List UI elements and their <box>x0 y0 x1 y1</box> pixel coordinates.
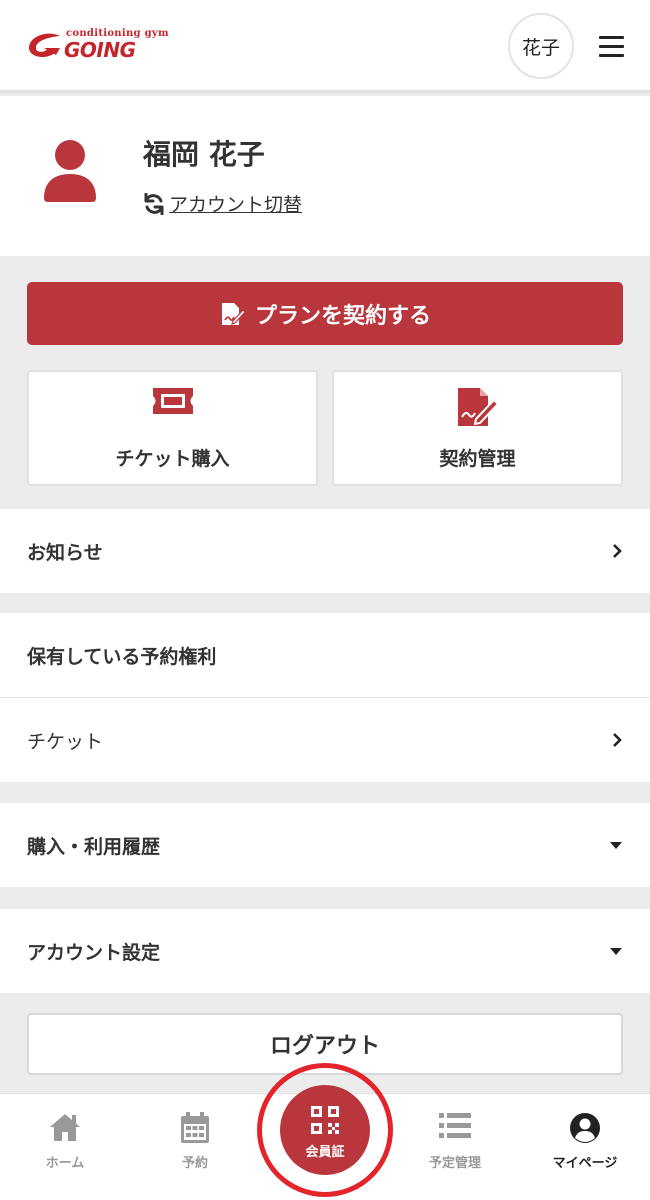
tickets-row[interactable]: チケット <box>0 698 650 782</box>
user-circle-icon <box>570 1113 600 1143</box>
list-icon <box>439 1113 471 1138</box>
contract-sign-icon <box>221 302 245 325</box>
calendar-icon <box>181 1112 209 1143</box>
reservation-rights-title: 保有している予約権利 <box>27 645 217 668</box>
logout-label: ログアウト <box>269 1034 380 1059</box>
member-card-circle: 会員証 <box>280 1085 370 1175</box>
caret-down-icon <box>610 842 622 849</box>
contract-plan-label: プランを契約する <box>254 303 431 329</box>
contract-management-tile[interactable]: 契約管理 <box>332 370 623 486</box>
chevron-right-icon <box>613 544 622 558</box>
caret-down-icon <box>610 948 622 955</box>
profile-name: 福岡 花子 <box>143 138 265 171</box>
going-logo[interactable]: conditioning gym GOING <box>26 28 169 64</box>
logo-swoosh-icon <box>28 33 60 58</box>
user-avatar-button[interactable]: 花子 <box>508 13 574 79</box>
contract-edit-icon <box>457 388 499 426</box>
history-row[interactable]: 購入・利用履歴 <box>0 803 650 887</box>
logo-wordmark: GOING <box>64 38 136 62</box>
nav-home-label: ホーム <box>45 1156 85 1171</box>
mypage-screen: conditioning gym GOING 花子 福岡 花子 アカウント切替 <box>0 0 650 1200</box>
qr-code-icon <box>311 1106 339 1134</box>
home-icon <box>50 1114 80 1141</box>
history-label: 購入・利用履歴 <box>27 835 161 858</box>
hamburger-menu-icon[interactable] <box>599 36 624 58</box>
switch-account-label: アカウント切替 <box>169 194 303 216</box>
profile-section: 福岡 花子 アカウント切替 <box>0 96 650 256</box>
nav-mypage[interactable]: マイページ <box>520 1094 650 1200</box>
contract-management-label: 契約管理 <box>439 448 516 470</box>
sync-icon <box>144 192 164 215</box>
ticket-purchase-label: チケット購入 <box>115 448 230 470</box>
nav-reserve[interactable]: 予約 <box>130 1094 260 1200</box>
app-header: conditioning gym GOING 花子 <box>0 0 650 93</box>
user-short-name: 花子 <box>521 36 560 59</box>
news-row[interactable]: お知らせ <box>0 509 650 593</box>
tickets-label: チケット <box>27 730 104 753</box>
user-avatar-icon <box>44 140 96 202</box>
nav-schedule[interactable]: 予定管理 <box>390 1094 520 1200</box>
nav-reserve-label: 予約 <box>181 1156 208 1171</box>
account-settings-row[interactable]: アカウント設定 <box>0 909 650 993</box>
news-label: お知らせ <box>27 541 103 564</box>
ticket-icon <box>152 388 193 414</box>
nav-schedule-label: 予定管理 <box>428 1156 481 1171</box>
reservation-rights-header: 保有している予約権利 <box>0 613 650 697</box>
account-settings-label: アカウント設定 <box>27 941 161 964</box>
nav-mypage-label: マイページ <box>552 1156 618 1171</box>
ticket-purchase-tile[interactable]: チケット購入 <box>27 370 318 486</box>
chevron-right-icon <box>613 733 622 747</box>
contract-plan-button[interactable]: プランを契約する <box>27 282 623 345</box>
switch-account-link[interactable]: アカウント切替 <box>143 190 302 217</box>
member-card-button[interactable]: 会員証 <box>257 1063 393 1197</box>
nav-home[interactable]: ホーム <box>0 1094 130 1200</box>
member-card-label: 会員証 <box>305 1145 345 1160</box>
